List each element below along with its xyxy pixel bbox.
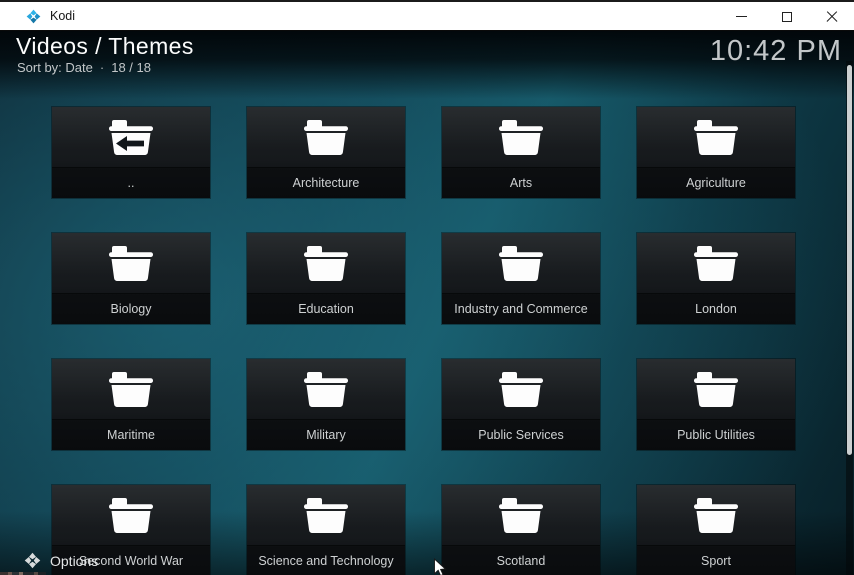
sort-status[interactable]: Sort by: Date · 18 / 18: [17, 60, 151, 75]
folder-tile[interactable]: Arts: [442, 107, 600, 198]
folder-tile[interactable]: Biology: [52, 233, 210, 324]
sort-by-label[interactable]: Sort by: Date: [17, 60, 93, 75]
folder-tile-label: Education: [247, 293, 405, 324]
kodi-window: Kodi Videos / Themes Sort by: Date · 18 / …: [0, 0, 854, 575]
folder-tile[interactable]: Agriculture: [637, 107, 795, 198]
folder-tile[interactable]: Architecture: [247, 107, 405, 198]
item-count: 18 / 18: [111, 60, 151, 75]
folder-tile-label: Military: [247, 419, 405, 450]
folder-tile-label: Biology: [52, 293, 210, 324]
folder-tile-label: Sport: [637, 545, 795, 575]
folder-tile[interactable]: Industry and Commerce: [442, 233, 600, 324]
folder-tile-label: Public Utilities: [637, 419, 795, 450]
separator-dot: ·: [100, 60, 104, 75]
kodi-options-icon: [24, 552, 41, 569]
folder-tile-label: Science and Technology: [247, 545, 405, 575]
folder-tile-label: ..: [52, 167, 210, 198]
window-title: Kodi: [50, 9, 75, 23]
folder-tile[interactable]: Public Utilities: [637, 359, 795, 450]
folder-icon: [109, 372, 153, 409]
folder-tile[interactable]: Education: [247, 233, 405, 324]
folder-tile[interactable]: Sport: [637, 485, 795, 575]
kodi-logo-icon: [26, 9, 41, 24]
folder-tile-label: Architecture: [247, 167, 405, 198]
folder-icon: [109, 498, 153, 535]
maximize-icon: [782, 12, 792, 22]
scrollbar-thumb[interactable]: [847, 65, 852, 455]
page-title: Videos / Themes: [16, 33, 194, 60]
options-label: Options: [50, 553, 98, 569]
folder-tile-label: London: [637, 293, 795, 324]
folder-tile[interactable]: London: [637, 233, 795, 324]
folder-tile-label: Scotland: [442, 545, 600, 575]
folder-tile-label: Public Services: [442, 419, 600, 450]
folder-tile-label: Agriculture: [637, 167, 795, 198]
folder-icon: [304, 120, 348, 157]
folder-tile-label: Maritime: [52, 419, 210, 450]
folder-icon: [304, 372, 348, 409]
clock: 10:42 PM: [710, 35, 842, 68]
folder-icon: [499, 246, 543, 283]
folder-icon: [694, 246, 738, 283]
folder-icon: [304, 498, 348, 535]
folder-icon: [304, 246, 348, 283]
folder-tile[interactable]: Public Services: [442, 359, 600, 450]
tiles-grid: .. Architecture Arts Agric: [52, 107, 795, 575]
folder-icon: [499, 120, 543, 157]
folder-icon: [499, 372, 543, 409]
minimize-button[interactable]: [719, 2, 764, 31]
folder-icon: [694, 120, 738, 157]
options-button[interactable]: Options: [24, 552, 98, 569]
kodi-content: Videos / Themes Sort by: Date · 18 / 18 10…: [0, 31, 854, 575]
folder-tile[interactable]: Scotland: [442, 485, 600, 575]
close-icon: [826, 11, 838, 23]
close-button[interactable]: [809, 2, 854, 31]
maximize-button[interactable]: [764, 2, 809, 31]
folder-icon: [499, 498, 543, 535]
folder-tile[interactable]: Science and Technology: [247, 485, 405, 575]
folder-icon: [109, 246, 153, 283]
parent-folder-tile[interactable]: ..: [52, 107, 210, 198]
folder-icon: [694, 372, 738, 409]
folder-icon: [694, 498, 738, 535]
folder-tile[interactable]: Military: [247, 359, 405, 450]
folder-tile-label: Industry and Commerce: [442, 293, 600, 324]
minimize-icon: [736, 16, 747, 17]
folder-tile-label: Arts: [442, 167, 600, 198]
folder-tile[interactable]: Maritime: [52, 359, 210, 450]
window-titlebar: Kodi: [0, 0, 854, 31]
folder-back-icon: [109, 120, 153, 157]
